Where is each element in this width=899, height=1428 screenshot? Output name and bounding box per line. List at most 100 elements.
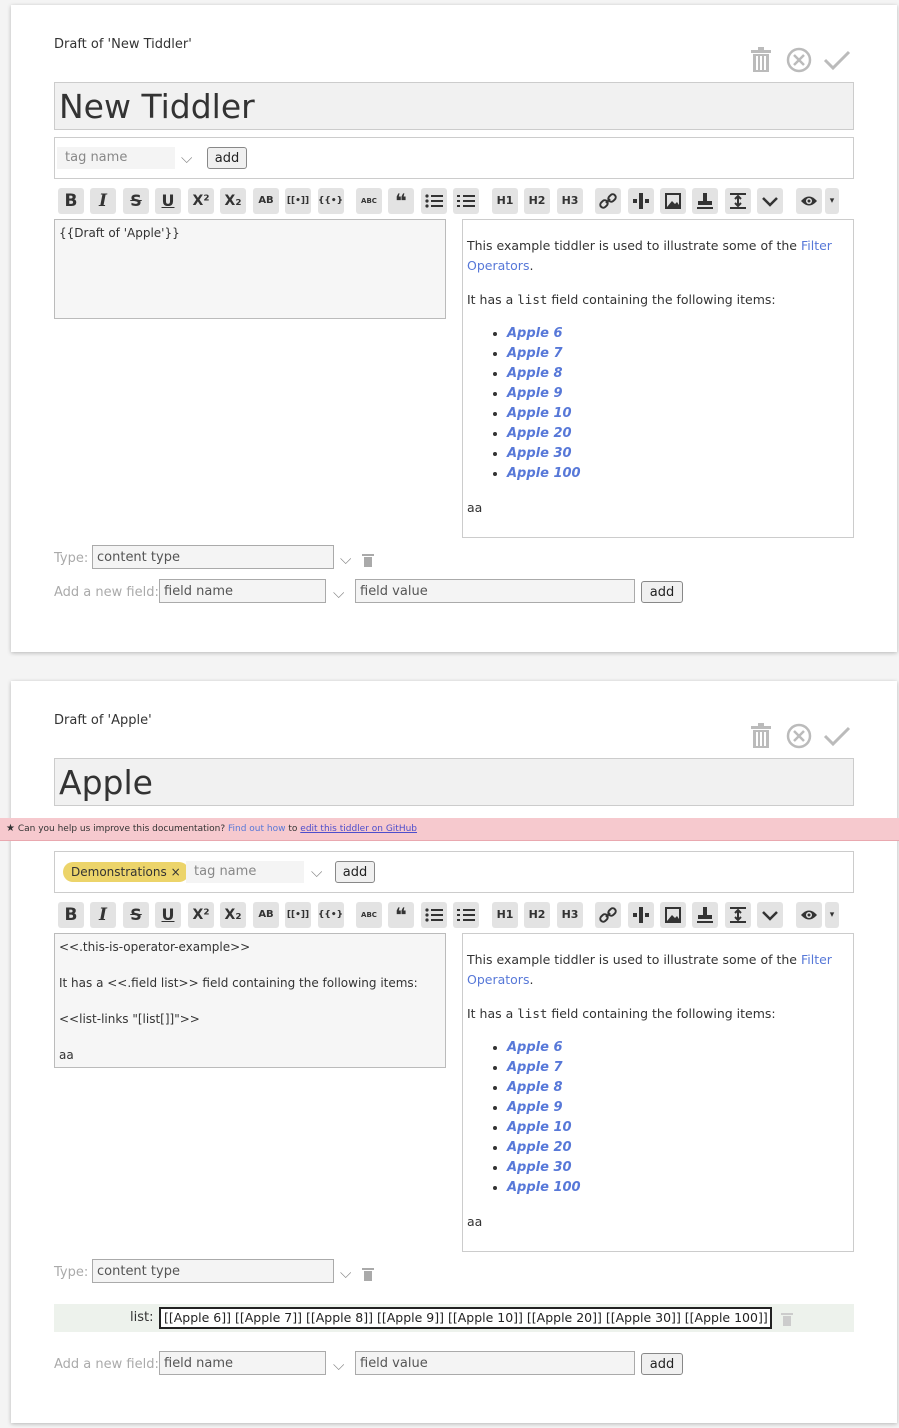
- trash-icon[interactable]: [362, 553, 376, 567]
- list-item-link[interactable]: Apple 30: [507, 1158, 849, 1178]
- bold-button[interactable]: B: [58, 902, 84, 928]
- cancel-button[interactable]: [785, 723, 813, 751]
- delete-tiddler-button[interactable]: [747, 47, 775, 75]
- chevron-down-icon[interactable]: ⌵: [181, 150, 197, 166]
- smallcaps-button[interactable]: AB: [253, 902, 279, 928]
- list-item-link[interactable]: Apple 9: [507, 384, 849, 404]
- preview-toggle-button[interactable]: [796, 188, 822, 214]
- text-editor[interactable]: {{Draft of 'Apple'}}: [54, 219, 446, 319]
- content-type-input[interactable]: content type: [92, 1259, 334, 1283]
- field-name-input[interactable]: field name: [159, 579, 326, 603]
- save-button[interactable]: [823, 723, 851, 751]
- add-field-button[interactable]: add: [641, 581, 683, 603]
- save-button[interactable]: [823, 47, 851, 75]
- more-button[interactable]: [757, 188, 783, 214]
- list-item-link[interactable]: Apple 7: [507, 344, 849, 364]
- list-item-link[interactable]: Apple 20: [507, 1138, 849, 1158]
- field-name-input[interactable]: field name: [159, 1351, 326, 1375]
- monospaced-block-button[interactable]: ABC: [356, 902, 382, 928]
- underline-button[interactable]: U: [155, 902, 181, 928]
- tag-pill-demonstrations[interactable]: Demonstrations ×: [63, 862, 189, 882]
- trash-icon[interactable]: [781, 1312, 795, 1326]
- text-editor[interactable]: <<.this-is-operator-example>> It has a <…: [54, 933, 446, 1068]
- quote-button[interactable]: ❝: [388, 188, 414, 214]
- numbered-list-button[interactable]: [453, 902, 479, 928]
- wikilink-button[interactable]: [[•]]: [285, 902, 311, 928]
- list-item-link[interactable]: Apple 30: [507, 444, 849, 464]
- list-item-link[interactable]: Apple 7: [507, 1058, 849, 1078]
- stamp-button[interactable]: [692, 188, 718, 214]
- superscript-button[interactable]: X²: [188, 902, 214, 928]
- remove-tag-icon[interactable]: ×: [171, 865, 181, 879]
- list-item-link[interactable]: Apple 6: [507, 1038, 849, 1058]
- list-item-link[interactable]: Apple 10: [507, 1118, 849, 1138]
- trash-icon[interactable]: [362, 1267, 376, 1281]
- heading1-button[interactable]: H1: [492, 902, 518, 928]
- tag-name-input[interactable]: tag name: [186, 861, 304, 883]
- list-field-value-input[interactable]: [[Apple 6]] [[Apple 7]] [[Apple 8]] [[Ap…: [159, 1307, 772, 1329]
- add-field-button[interactable]: add: [641, 1353, 683, 1375]
- size-button[interactable]: [725, 188, 751, 214]
- smallcaps-button[interactable]: AB: [253, 188, 279, 214]
- transclude-button[interactable]: {{•}}: [318, 902, 344, 928]
- chevron-down-icon[interactable]: ⌵: [340, 551, 356, 567]
- picture-button[interactable]: [660, 902, 686, 928]
- underline-button[interactable]: U: [155, 188, 181, 214]
- chevron-down-icon[interactable]: ⌵: [311, 864, 327, 880]
- title-input[interactable]: New Tiddler: [54, 82, 854, 130]
- cancel-button[interactable]: [785, 47, 813, 75]
- preview-type-dropdown[interactable]: ▾: [825, 902, 839, 928]
- link-button[interactable]: [595, 902, 621, 928]
- field-value-input[interactable]: field value: [355, 1351, 635, 1375]
- add-tag-button[interactable]: add: [335, 861, 375, 883]
- bulleted-list-button[interactable]: [421, 188, 447, 214]
- stamp-button[interactable]: [692, 902, 718, 928]
- numbered-list-button[interactable]: [453, 188, 479, 214]
- heading2-button[interactable]: H2: [524, 188, 550, 214]
- find-out-how-link[interactable]: Find out how: [228, 824, 285, 834]
- delete-tiddler-button[interactable]: [747, 723, 775, 751]
- list-item-link[interactable]: Apple 6: [507, 324, 849, 344]
- transclude-button[interactable]: {{•}}: [318, 188, 344, 214]
- wikilink-button[interactable]: [[•]]: [285, 188, 311, 214]
- heading1-button[interactable]: H1: [492, 188, 518, 214]
- list-item-link[interactable]: Apple 100: [507, 464, 849, 484]
- list-item-link[interactable]: Apple 8: [507, 1078, 849, 1098]
- content-type-input[interactable]: content type: [92, 545, 334, 569]
- italic-button[interactable]: I: [90, 188, 116, 214]
- subscript-button[interactable]: X₂: [220, 902, 246, 928]
- bold-button[interactable]: B: [58, 188, 84, 214]
- tag-name-input[interactable]: tag name: [57, 147, 175, 169]
- title-input[interactable]: Apple: [54, 758, 854, 806]
- heading3-button[interactable]: H3: [557, 902, 583, 928]
- list-item-link[interactable]: Apple 100: [507, 1178, 849, 1198]
- picture-button[interactable]: [660, 188, 686, 214]
- edit-on-github-link[interactable]: edit this tiddler on GitHub: [300, 824, 417, 834]
- bulleted-list-button[interactable]: [421, 902, 447, 928]
- strikethrough-button[interactable]: S: [123, 902, 149, 928]
- field-value-input[interactable]: field value: [355, 579, 635, 603]
- link-button[interactable]: [595, 188, 621, 214]
- list-item-link[interactable]: Apple 8: [507, 364, 849, 384]
- list-item-link[interactable]: Apple 9: [507, 1098, 849, 1118]
- heading3-button[interactable]: H3: [557, 188, 583, 214]
- heading2-button[interactable]: H2: [524, 902, 550, 928]
- italic-button[interactable]: I: [90, 902, 116, 928]
- chevron-down-icon[interactable]: ⌵: [340, 1265, 356, 1281]
- subscript-button[interactable]: X₂: [220, 188, 246, 214]
- size-button[interactable]: [725, 902, 751, 928]
- excise-button[interactable]: [628, 902, 654, 928]
- preview-toggle-button[interactable]: [796, 902, 822, 928]
- strikethrough-button[interactable]: S: [123, 188, 149, 214]
- list-item-link[interactable]: Apple 10: [507, 404, 849, 424]
- chevron-down-icon[interactable]: ⌵: [333, 585, 349, 601]
- quote-button[interactable]: ❝: [388, 902, 414, 928]
- add-tag-button[interactable]: add: [207, 147, 247, 169]
- more-button[interactable]: [757, 902, 783, 928]
- list-item-link[interactable]: Apple 20: [507, 424, 849, 444]
- monospaced-block-button[interactable]: ABC: [356, 188, 382, 214]
- preview-type-dropdown[interactable]: ▾: [825, 188, 839, 214]
- chevron-down-icon[interactable]: ⌵: [333, 1357, 349, 1373]
- excise-button[interactable]: [628, 188, 654, 214]
- superscript-button[interactable]: X²: [188, 188, 214, 214]
